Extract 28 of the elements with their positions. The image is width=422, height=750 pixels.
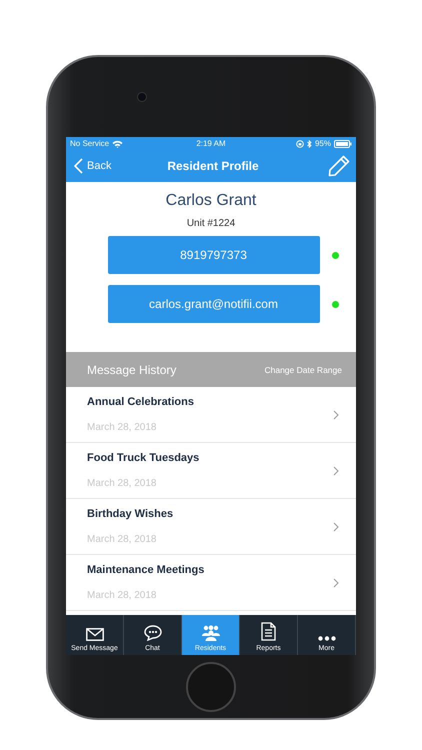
- battery-icon: [334, 140, 352, 148]
- rotation-lock-icon: [296, 140, 304, 148]
- envelope-icon: [86, 628, 104, 641]
- document-icon: [261, 622, 276, 641]
- bluetooth-icon: [306, 140, 312, 148]
- section-title: Message History: [87, 362, 176, 376]
- more-icon: [318, 636, 336, 641]
- chevron-right-icon: [333, 522, 339, 532]
- clock-text: 2:19 AM: [196, 139, 226, 148]
- battery-text: 95%: [314, 139, 331, 148]
- chat-bubble-icon: [144, 625, 162, 641]
- message-title: Birthday Wishes: [87, 508, 174, 520]
- wifi-icon: [112, 140, 124, 148]
- chevron-right-icon: [333, 578, 339, 588]
- resident-name: Carlos Grant: [166, 192, 256, 210]
- chevron-left-icon: [74, 158, 83, 174]
- message-title: Annual Celebrations: [87, 396, 194, 408]
- message-title: Maintenance Meetings: [87, 564, 204, 576]
- pencil-icon[interactable]: [328, 155, 350, 177]
- chevron-right-icon: [333, 410, 339, 420]
- carrier-text: No Service: [70, 139, 110, 148]
- message-title: Food Truck Tuesdays: [87, 452, 200, 464]
- chevron-right-icon: [333, 466, 339, 476]
- unit-number: Unit #1224: [186, 218, 236, 229]
- home-button[interactable]: [186, 662, 236, 712]
- screen-title: Resident Profile: [167, 159, 259, 173]
- camera-icon: [137, 92, 147, 102]
- group-icon: [200, 625, 220, 641]
